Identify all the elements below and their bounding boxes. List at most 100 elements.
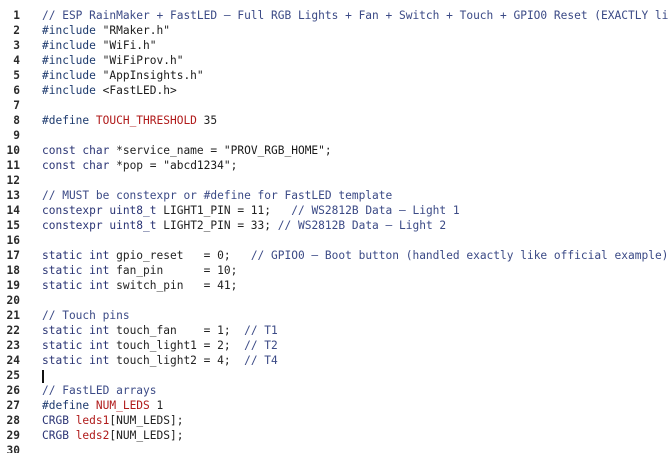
- line-number: 6: [13, 84, 20, 97]
- code-token: touch_light2 = 4;: [116, 354, 245, 367]
- code-line[interactable]: 7: [0, 98, 668, 113]
- text-cursor: [42, 369, 44, 383]
- code-token: #include: [42, 54, 103, 67]
- code-text: #define NUM_LEDS 1: [42, 398, 163, 413]
- code-token: leds1: [75, 414, 110, 427]
- line-number: 24: [6, 354, 20, 367]
- code-line[interactable]: 6 #include <FastLED.h>: [0, 83, 668, 98]
- code-text: static int switch_pin = 41;: [42, 278, 237, 293]
- code-token: // MUST be constexpr or #define for Fast…: [42, 189, 393, 202]
- code-line[interactable]: 29 CRGB leds2[NUM_LEDS];: [0, 428, 668, 443]
- code-line[interactable]: 9: [0, 128, 668, 143]
- code-text: const char *pop = "abcd1234";: [42, 158, 237, 173]
- code-token: #include: [42, 39, 103, 52]
- code-text: // MUST be constexpr or #define for Fast…: [42, 188, 392, 203]
- code-line[interactable]: 20: [0, 293, 668, 308]
- code-line[interactable]: 4 #include "WiFiProv.h": [0, 53, 668, 68]
- code-text: // ESP RainMaker + FastLED – Full RGB Li…: [42, 8, 668, 23]
- line-number: 12: [6, 174, 20, 187]
- code-line[interactable]: 3 #include "WiFi.h": [0, 38, 668, 53]
- code-line[interactable]: 23 static int touch_light1 = 2; // T2: [0, 338, 668, 353]
- line-number: 26: [6, 384, 20, 397]
- code-token: *pop =: [116, 159, 164, 172]
- code-line[interactable]: 30: [0, 443, 668, 453]
- code-token: 35: [196, 114, 218, 127]
- code-token: #define: [42, 114, 96, 127]
- code-token: "AppInsights.h": [102, 69, 204, 82]
- code-token: gpio_reset = 0;: [116, 249, 251, 262]
- code-token: "RMaker.h": [102, 24, 170, 37]
- code-token: constexpr uint8_t: [42, 219, 164, 232]
- code-editor[interactable]: 1 // ESP RainMaker + FastLED – Full RGB L…: [0, 0, 668, 453]
- code-text: static int touch_light1 = 2; // T2: [42, 338, 278, 353]
- code-text: static int gpio_reset = 0; // GPIO0 – Bo…: [42, 248, 668, 263]
- code-text: [42, 368, 44, 383]
- line-number: 11: [6, 159, 20, 172]
- code-token: NUM_LEDS: [95, 399, 150, 412]
- code-token: static int: [42, 279, 117, 292]
- code-token: touch_light1 = 2;: [116, 339, 245, 352]
- line-number: 15: [6, 219, 20, 232]
- code-line[interactable]: 12: [0, 173, 668, 188]
- code-token: "PROV_RGB_HOME": [223, 144, 325, 157]
- code-token: <FastLED.h>: [102, 84, 177, 97]
- code-token: TOUCH_THRESHOLD: [95, 114, 197, 127]
- code-token: ;: [230, 159, 238, 172]
- code-token: fan_pin = 10;: [116, 264, 238, 277]
- code-line[interactable]: 8 #define TOUCH_THRESHOLD 35: [0, 113, 668, 128]
- code-text: CRGB leds1[NUM_LEDS];: [42, 413, 183, 428]
- code-line[interactable]: 13 // MUST be constexpr or #define for Fa…: [0, 188, 668, 203]
- code-token: static int: [42, 264, 117, 277]
- code-line[interactable]: 25: [0, 368, 668, 383]
- code-token: ;: [324, 144, 332, 157]
- code-token: static int: [42, 339, 117, 352]
- code-token: #include: [42, 69, 103, 82]
- line-number: 18: [6, 264, 20, 277]
- code-line[interactable]: 22 static int touch_fan = 1; // T1: [0, 323, 668, 338]
- line-number: 19: [6, 279, 20, 292]
- line-number: 14: [6, 204, 20, 217]
- code-text: static int fan_pin = 10;: [42, 263, 237, 278]
- code-token: // WS2812B Data – Light 2: [277, 219, 447, 232]
- code-token: LIGHT2_PIN = 33;: [163, 219, 278, 232]
- line-number: 13: [6, 189, 20, 202]
- code-text: static int touch_light2 = 4; // T4: [42, 353, 278, 368]
- code-line[interactable]: 27 #define NUM_LEDS 1: [0, 398, 668, 413]
- code-token: const char: [42, 159, 117, 172]
- code-line[interactable]: 17 static int gpio_reset = 0; // GPIO0 – …: [0, 248, 668, 263]
- code-line[interactable]: 19 static int switch_pin = 41;: [0, 278, 668, 293]
- code-token: // Touch pins: [42, 309, 130, 322]
- code-token: 1: [149, 399, 164, 412]
- code-line[interactable]: 15 constexpr uint8_t LIGHT2_PIN = 33; // …: [0, 218, 668, 233]
- line-number: 5: [13, 69, 20, 82]
- code-line[interactable]: 24 static int touch_light2 = 4; // T4: [0, 353, 668, 368]
- code-line[interactable]: 2 #include "RMaker.h": [0, 23, 668, 38]
- code-line[interactable]: 28 CRGB leds1[NUM_LEDS];: [0, 413, 668, 428]
- code-token: constexpr uint8_t: [42, 204, 164, 217]
- code-line[interactable]: 5 #include "AppInsights.h": [0, 68, 668, 83]
- code-line[interactable]: 26 // FastLED arrays: [0, 383, 668, 398]
- line-number: 17: [6, 249, 20, 262]
- code-token: #include: [42, 84, 103, 97]
- line-number: 20: [6, 294, 20, 307]
- code-token: #include: [42, 24, 103, 37]
- code-token: static int: [42, 249, 117, 262]
- code-text: CRGB leds2[NUM_LEDS];: [42, 428, 183, 443]
- line-number: 28: [6, 414, 20, 427]
- code-line[interactable]: 10 const char *service_name = "PROV_RGB_H…: [0, 143, 668, 158]
- code-line[interactable]: 16: [0, 233, 668, 248]
- code-token: // T4: [244, 354, 278, 367]
- line-number: 7: [13, 99, 20, 112]
- code-token: CRGB: [42, 414, 76, 427]
- code-token: touch_fan = 1;: [116, 324, 245, 337]
- code-line[interactable]: 21 // Touch pins: [0, 308, 668, 323]
- code-line[interactable]: 11 const char *pop = "abcd1234";: [0, 158, 668, 173]
- line-number: 22: [6, 324, 20, 337]
- code-token: "abcd1234": [163, 159, 231, 172]
- code-line[interactable]: 14 constexpr uint8_t LIGHT1_PIN = 11; // …: [0, 203, 668, 218]
- line-number: 21: [6, 309, 20, 322]
- code-line[interactable]: 18 static int fan_pin = 10;: [0, 263, 668, 278]
- code-token: "WiFi.h": [102, 39, 157, 52]
- code-line[interactable]: 1 // ESP RainMaker + FastLED – Full RGB L…: [0, 8, 668, 23]
- line-number: 30: [6, 444, 20, 453]
